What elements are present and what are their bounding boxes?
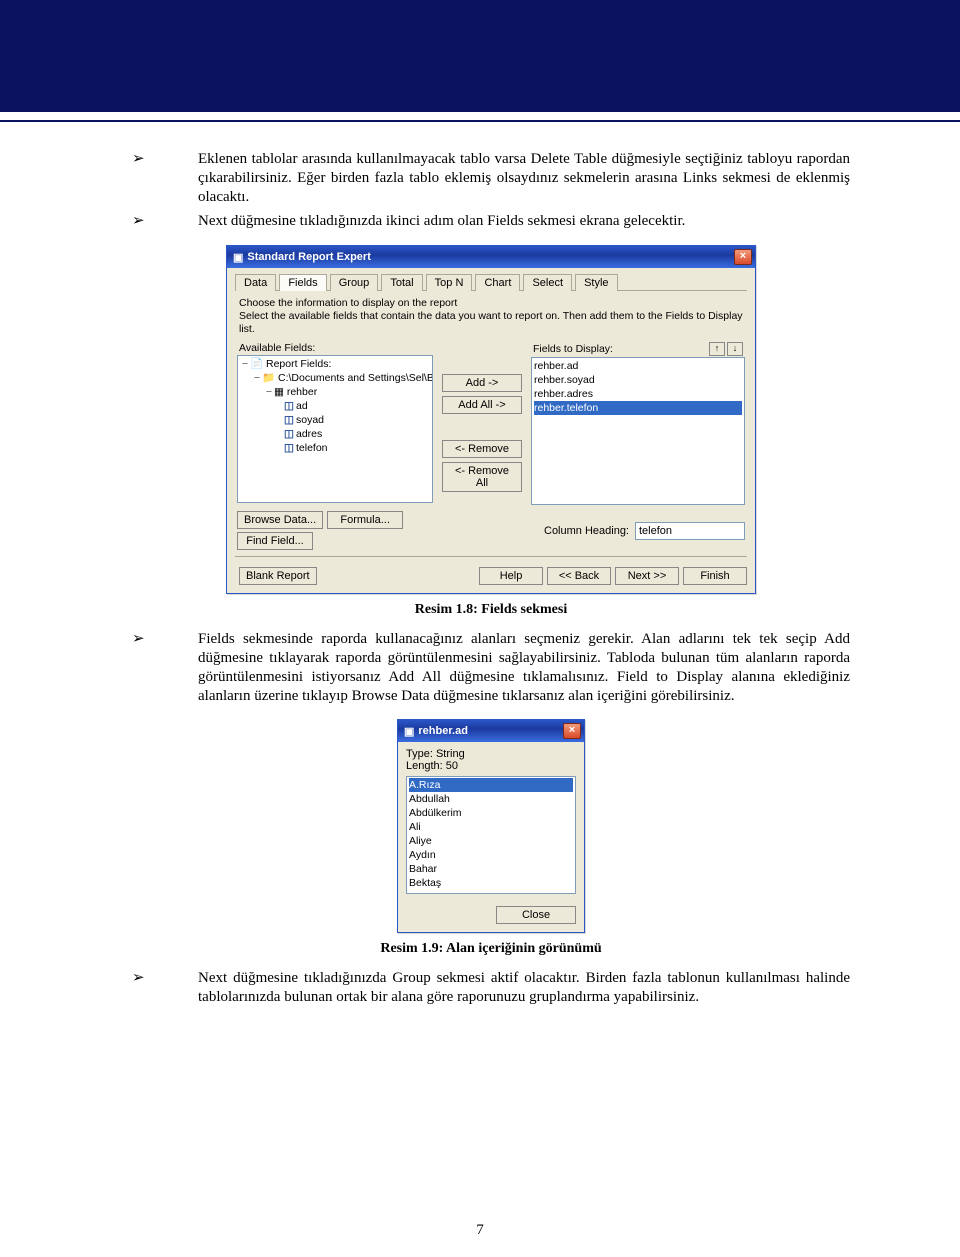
tree-path: C:\Documents and Settings\Sel\Be xyxy=(278,372,433,384)
list-item[interactable]: rehber.telefon xyxy=(534,401,742,415)
list-item[interactable]: Aliye xyxy=(409,834,573,848)
close-icon[interactable]: × xyxy=(563,723,581,739)
page-number: 7 xyxy=(0,1222,960,1239)
dialog-standard-report-expert: ▣ Standard Report Expert × Data Fields G… xyxy=(226,245,756,594)
dialog-titlebar[interactable]: ▣ Standard Report Expert × xyxy=(227,246,755,268)
tab-chart[interactable]: Chart xyxy=(475,274,520,291)
back-button[interactable]: << Back xyxy=(547,567,611,585)
tab-fields[interactable]: Fields xyxy=(279,274,326,291)
available-fields-label: Available Fields: xyxy=(239,342,315,354)
tree-field[interactable]: telefon xyxy=(296,442,328,454)
data-values-list[interactable]: A.Rıza Abdullah Abdülkerim Ali Aliye Ayd… xyxy=(406,776,576,894)
fields-panels: Available Fields: −📄 Report Fields: −📁 C… xyxy=(227,338,755,511)
list-item[interactable]: rehber.soyad xyxy=(534,373,742,387)
browse-data-button[interactable]: Browse Data... xyxy=(237,511,323,529)
tree-root: Report Fields: xyxy=(266,358,331,370)
formula-button[interactable]: Formula... xyxy=(327,511,403,529)
instruction-line: Choose the information to display on the… xyxy=(239,297,743,310)
close-icon[interactable]: × xyxy=(734,249,752,265)
instruction-line: Select the available fields that contain… xyxy=(239,310,743,336)
tree-field[interactable]: ad xyxy=(296,400,308,412)
bullet-item: Next düğmesine tıkladığınızda Group sekm… xyxy=(132,969,850,1007)
available-fields-list[interactable]: −📄 Report Fields: −📁 C:\Documents and Se… xyxy=(237,355,433,503)
figure-caption: Resim 1.8: Fields sekmesi xyxy=(132,602,850,618)
bullet-list-mid: Fields sekmesinde raporda kullanacağınız… xyxy=(132,630,850,705)
tree-table: rehber xyxy=(287,386,317,398)
length-label: Length: 50 xyxy=(406,760,576,772)
move-down-button[interactable]: ↓ xyxy=(727,342,743,356)
move-up-button[interactable]: ↑ xyxy=(709,342,725,356)
remove-button[interactable]: <- Remove xyxy=(442,440,522,458)
tab-group[interactable]: Group xyxy=(330,274,379,291)
dialog-divider xyxy=(235,556,747,557)
list-item[interactable]: Bahar xyxy=(409,862,573,876)
finish-button[interactable]: Finish xyxy=(683,567,747,585)
column-heading-input[interactable] xyxy=(635,522,745,540)
add-all-button[interactable]: Add All -> xyxy=(442,396,522,414)
list-item[interactable]: Aydın xyxy=(409,848,573,862)
figure-caption: Resim 1.9: Alan içeriğinin görünümü xyxy=(132,941,850,957)
next-button[interactable]: Next >> xyxy=(615,567,679,585)
list-item[interactable]: Ali xyxy=(409,820,573,834)
bullet-list-top: Eklenen tablolar arasında kullanılmayaca… xyxy=(132,150,850,231)
add-button[interactable]: Add -> xyxy=(442,374,522,392)
display-fields-list[interactable]: rehber.ad rehber.soyad rehber.adres rehb… xyxy=(531,357,745,505)
tab-total[interactable]: Total xyxy=(381,274,422,291)
blank-report-button[interactable]: Blank Report xyxy=(239,567,317,585)
display-fields-label: Fields to Display: xyxy=(533,343,613,355)
dialog-title: Standard Report Expert xyxy=(247,251,370,263)
dialog-title: rehber.ad xyxy=(418,725,468,737)
list-item[interactable]: A.Rıza xyxy=(409,778,573,792)
list-item[interactable]: Bektaş xyxy=(409,876,573,890)
tree-field[interactable]: soyad xyxy=(296,414,324,426)
tree-field[interactable]: adres xyxy=(296,428,322,440)
dialog-footer: Blank Report Help << Back Next >> Finish xyxy=(227,561,755,593)
window-icon: ▣ xyxy=(404,725,414,738)
bullet-item: Next düğmesine tıkladığınızda ikinci adı… xyxy=(132,212,850,231)
column-heading-label: Column Heading: xyxy=(544,525,629,537)
tab-select[interactable]: Select xyxy=(523,274,572,291)
remove-all-button[interactable]: <- Remove All xyxy=(442,462,522,492)
bullet-list-bottom: Next düğmesine tıkladığınızda Group sekm… xyxy=(132,969,850,1007)
type-label: Type: String xyxy=(406,748,576,760)
page-header-band xyxy=(0,0,960,112)
figure-browse-data: ▣ rehber.ad × Type: String Length: 50 A.… xyxy=(132,719,850,957)
list-item[interactable]: Abdülkerim xyxy=(409,806,573,820)
find-field-button[interactable]: Find Field... xyxy=(237,532,313,550)
list-item[interactable]: rehber.ad xyxy=(534,359,742,373)
dialog-instructions: Choose the information to display on the… xyxy=(227,291,755,338)
list-item[interactable]: Abdullah xyxy=(409,792,573,806)
page-content: Eklenen tablolar arasında kullanılmayaca… xyxy=(0,122,960,1007)
help-button[interactable]: Help xyxy=(479,567,543,585)
close-button[interactable]: Close xyxy=(496,906,576,924)
dialog-tabs: Data Fields Group Total Top N Chart Sele… xyxy=(227,268,755,291)
window-icon: ▣ xyxy=(233,251,243,264)
list-item[interactable]: rehber.adres xyxy=(534,387,742,401)
tab-style[interactable]: Style xyxy=(575,274,617,291)
tab-data[interactable]: Data xyxy=(235,274,276,291)
bullet-item: Fields sekmesinde raporda kullanacağınız… xyxy=(132,630,850,705)
tab-top-n[interactable]: Top N xyxy=(426,274,473,291)
figure-report-expert: ▣ Standard Report Expert × Data Fields G… xyxy=(132,245,850,618)
dialog-rehber-ad: ▣ rehber.ad × Type: String Length: 50 A.… xyxy=(397,719,585,933)
bullet-item: Eklenen tablolar arasında kullanılmayaca… xyxy=(132,150,850,206)
dialog-titlebar[interactable]: ▣ rehber.ad × xyxy=(398,720,584,742)
